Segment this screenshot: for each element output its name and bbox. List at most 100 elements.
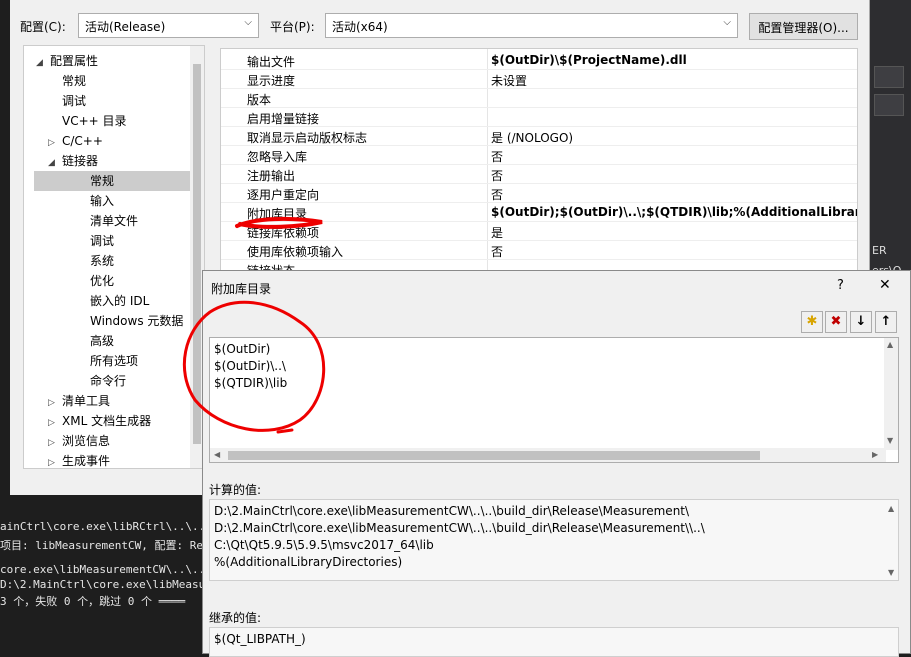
tree-item[interactable]: ◢ 配置属性: [24, 51, 192, 71]
property-value[interactable]: 未设置: [491, 72, 527, 89]
configuration-manager-button[interactable]: 配置管理器(O)...: [749, 13, 858, 40]
collapse-arrow-icon[interactable]: ◢: [48, 153, 62, 173]
property-value[interactable]: 否: [491, 148, 503, 165]
directory-list[interactable]: $(OutDir) $(OutDir)\..\ $(QTDIR)\lib ▲ ▼…: [209, 337, 899, 463]
property-name: 显示进度: [247, 74, 296, 88]
property-name: 启用增量链接: [247, 112, 320, 126]
list-horizontal-scrollbar[interactable]: ◀ ▶: [210, 448, 886, 462]
property-row[interactable]: 附加库目录 $(OutDir);$(OutDir)\..\;$(QTDIR)\li…: [221, 203, 857, 222]
tree-item-label: 命令行: [90, 374, 127, 388]
tree-item-label: 清单工具: [62, 394, 111, 408]
move-down-icon[interactable]: ↓: [850, 311, 872, 333]
help-button[interactable]: ?: [837, 278, 844, 293]
property-row[interactable]: 使用库依赖项输入 否: [221, 241, 857, 260]
scroll-down-icon[interactable]: ▼: [888, 568, 894, 577]
platform-label: 平台(P):: [270, 20, 315, 34]
config-value: 活动(Release): [85, 20, 166, 34]
property-value[interactable]: 否: [491, 243, 503, 260]
tree-item[interactable]: 系统: [24, 251, 192, 271]
tree-item[interactable]: 输入: [24, 191, 192, 211]
collapse-arrow-icon[interactable]: ◢: [36, 53, 50, 73]
scroll-left-icon[interactable]: ◀: [214, 450, 220, 459]
property-tree[interactable]: ◢ 配置属性 常规 调试 VC++ 目录 ▷ C/C++ ◢ 链接器 常规 输入 清单文件 调试 系统 优化…: [23, 45, 205, 469]
expand-arrow-icon[interactable]: ▷: [48, 453, 62, 468]
property-row[interactable]: 版本: [221, 89, 857, 108]
directory-entry[interactable]: $(OutDir)\..\: [214, 359, 286, 373]
tree-item[interactable]: 优化: [24, 271, 192, 291]
tree-item-label: 输入: [90, 194, 115, 208]
property-row[interactable]: 启用增量链接: [221, 108, 857, 127]
property-grid[interactable]: 输出文件 $(OutDir)\$(ProjectName).dll 显示进度 未设置版…: [220, 48, 858, 278]
tree-item[interactable]: ▷ XML 文档生成器: [24, 411, 192, 431]
tree-item[interactable]: Windows 元数据: [24, 311, 192, 331]
list-vertical-scrollbar[interactable]: ▲ ▼: [884, 338, 898, 450]
tree-item[interactable]: ▷ C/C++: [24, 131, 192, 151]
scroll-down-icon[interactable]: ▼: [887, 436, 893, 445]
tree-item[interactable]: 调试: [24, 91, 192, 111]
output-line: core.exe\libMeasurementCW\..\..\bu: [0, 563, 226, 576]
tree-item[interactable]: 命令行: [24, 371, 192, 391]
tree-item[interactable]: ▷ 清单工具: [24, 391, 192, 411]
tree-item[interactable]: ▷ 生成事件: [24, 451, 192, 468]
tree-item[interactable]: 调试: [24, 231, 192, 251]
tree-item[interactable]: 高级: [24, 331, 192, 351]
tree-item[interactable]: VC++ 目录: [24, 111, 192, 131]
tree-item-label: 嵌入的 IDL: [90, 294, 150, 308]
new-line-icon[interactable]: ✱: [801, 311, 823, 333]
expand-arrow-icon[interactable]: ▷: [48, 393, 62, 413]
tree-item-label: Windows 元数据: [90, 314, 184, 328]
tree-item-label: 调试: [62, 94, 87, 108]
close-button[interactable]: ✕: [879, 277, 891, 293]
dialog-title: 附加库目录: [211, 282, 272, 296]
property-row[interactable]: 逐用户重定向 否: [221, 184, 857, 203]
scroll-right-icon[interactable]: ▶: [872, 450, 878, 459]
property-value[interactable]: $(OutDir)\$(ProjectName).dll: [491, 53, 687, 67]
ide-toolbar-button[interactable]: [874, 66, 904, 88]
property-name: 逐用户重定向: [247, 188, 320, 202]
property-row[interactable]: 链接库依赖项 是: [221, 222, 857, 241]
directory-entry[interactable]: $(OutDir): [214, 342, 270, 356]
move-up-icon[interactable]: ↑: [875, 311, 897, 333]
tree-item[interactable]: 常规: [24, 71, 192, 91]
inherited-values-box[interactable]: $(Qt_LIBPATH_): [209, 627, 899, 657]
property-row[interactable]: 注册输出 否: [221, 165, 857, 184]
property-row[interactable]: 显示进度 未设置: [221, 70, 857, 89]
property-value[interactable]: 是 (/NOLOGO): [491, 129, 573, 146]
property-row[interactable]: 输出文件 $(OutDir)\$(ProjectName).dll: [221, 51, 857, 70]
tree-item[interactable]: ▷ 浏览信息: [24, 431, 192, 451]
inherited-values-label: 继承的值:: [209, 611, 262, 625]
computed-value: %(AdditionalLibraryDirectories): [214, 555, 403, 569]
directory-entry[interactable]: $(QTDIR)\lib: [214, 376, 287, 390]
property-row[interactable]: 忽略导入库 否: [221, 146, 857, 165]
property-value[interactable]: $(OutDir);$(OutDir)\..\;$(QTDIR)\lib;%(A…: [491, 205, 857, 219]
property-name: 版本: [247, 93, 272, 107]
tree-item-label: 链接器: [62, 154, 99, 168]
tree-item-label: 优化: [90, 274, 115, 288]
inherited-value: $(Qt_LIBPATH_): [214, 632, 306, 646]
tree-item-label: 浏览信息: [62, 434, 111, 448]
tree-item[interactable]: 常规: [34, 171, 199, 191]
config-dropdown[interactable]: 活动(Release) ⌵: [78, 13, 259, 38]
computed-values-box[interactable]: D:\2.MainCtrl\core.exe\libMeasurementCW\…: [209, 499, 899, 581]
tree-item[interactable]: 嵌入的 IDL: [24, 291, 192, 311]
tree-scrollbar-thumb[interactable]: [193, 64, 201, 444]
platform-dropdown[interactable]: 活动(x64) ⌵: [325, 13, 738, 38]
tree-item[interactable]: ◢ 链接器: [24, 151, 192, 171]
scroll-up-icon[interactable]: ▲: [888, 504, 894, 513]
tree-item[interactable]: 所有选项: [24, 351, 192, 371]
tree-item[interactable]: 清单文件: [24, 211, 192, 231]
property-value[interactable]: 否: [491, 167, 503, 184]
property-value[interactable]: 是: [491, 224, 503, 241]
expand-arrow-icon[interactable]: ▷: [48, 133, 62, 153]
list-scrollbar-thumb[interactable]: [228, 451, 760, 460]
copy-icon[interactable]: [874, 94, 904, 116]
computed-values-label: 计算的值:: [209, 483, 262, 497]
expand-arrow-icon[interactable]: ▷: [48, 413, 62, 433]
chevron-down-icon: ⌵: [723, 17, 731, 28]
property-row[interactable]: 取消显示启动版权标志 是 (/NOLOGO): [221, 127, 857, 146]
delete-icon[interactable]: ✖: [825, 311, 847, 333]
chevron-down-icon: ⌵: [244, 17, 252, 28]
scroll-up-icon[interactable]: ▲: [887, 340, 893, 349]
property-value[interactable]: 否: [491, 186, 503, 203]
expand-arrow-icon[interactable]: ▷: [48, 433, 62, 453]
